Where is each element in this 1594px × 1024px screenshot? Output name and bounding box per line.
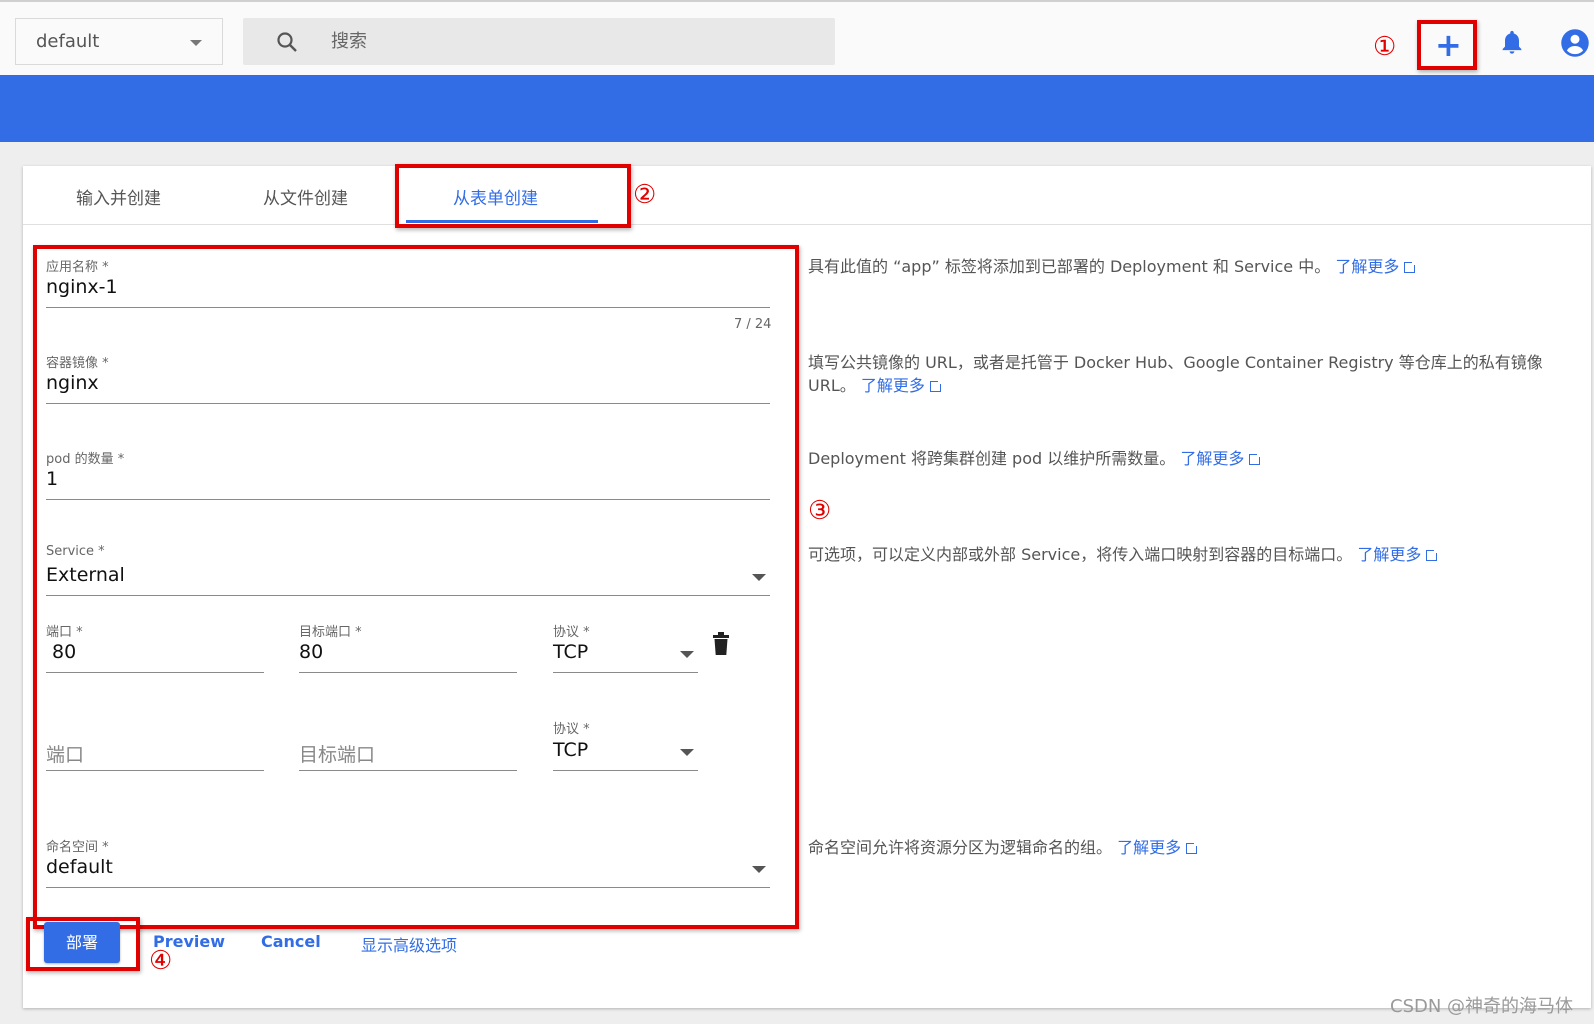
- external-link-icon: [929, 379, 943, 392]
- learn-more-link[interactable]: 了解更多: [1335, 257, 1399, 276]
- search-bar[interactable]: [243, 18, 835, 65]
- namespace-selector-value: default: [36, 31, 100, 52]
- annotation-marker-2: ②: [633, 180, 657, 210]
- caret-down-icon: [190, 40, 202, 46]
- highlight-box-tab: [395, 164, 631, 228]
- help-namespace-text: 命名空间允许将资源分区为逻辑命名的组。: [808, 838, 1113, 857]
- watermark: CSDN @神奇的海马体: [1390, 996, 1574, 1017]
- help-pods: Deployment 将跨集群创建 pod 以维护所需数量。 了解更多: [808, 447, 1568, 470]
- help-app-name: 具有此值的 “app” 标签将添加到已部署的 Deployment 和 Serv…: [808, 255, 1568, 278]
- external-link-icon: [1186, 841, 1200, 854]
- top-bar: default ① +: [0, 0, 1594, 75]
- create-button[interactable]: +: [1417, 20, 1477, 70]
- learn-more-link[interactable]: 了解更多: [1180, 449, 1244, 468]
- tab-input-create[interactable]: 输入并创建: [76, 184, 161, 209]
- help-image: 填写公共镜像的 URL，或者是托管于 Docker Hub、Google Con…: [808, 351, 1568, 397]
- search-input[interactable]: [331, 26, 811, 56]
- help-image-text-1: 填写公共镜像的 URL，或者是托管于 Docker Hub、Google Con…: [808, 353, 1543, 372]
- annotation-marker-3: ③: [808, 496, 832, 526]
- highlight-box-deploy: [26, 917, 140, 971]
- account-icon[interactable]: [1560, 28, 1590, 58]
- search-icon: [277, 32, 297, 52]
- help-app-name-text: 具有此值的 “app” 标签将添加到已部署的 Deployment 和 Serv…: [808, 257, 1331, 276]
- create-resource-card: 输入并创建 从文件创建 从表单创建 ② 应用名称 * nginx-1 7 / 2…: [23, 164, 1591, 1008]
- cancel-button[interactable]: Cancel: [261, 932, 321, 951]
- preview-button[interactable]: Preview: [153, 932, 225, 951]
- learn-more-link[interactable]: 了解更多: [1357, 545, 1421, 564]
- external-link-icon: [1426, 548, 1440, 561]
- show-advanced-options-link[interactable]: 显示高级选项: [361, 932, 457, 956]
- namespace-selector[interactable]: default: [15, 18, 223, 65]
- learn-more-link[interactable]: 了解更多: [861, 376, 925, 395]
- help-pods-text: Deployment 将跨集群创建 pod 以维护所需数量。: [808, 449, 1176, 468]
- annotation-marker-1: ①: [1373, 32, 1397, 62]
- help-service: 可选项，可以定义内部或外部 Service，将传入端口映射到容器的目标端口。 了…: [808, 543, 1568, 566]
- plus-icon: +: [1435, 26, 1462, 64]
- help-image-text-2: URL。: [808, 376, 856, 395]
- notification-bell-icon[interactable]: [1498, 28, 1526, 56]
- external-link-icon: [1249, 452, 1263, 465]
- help-namespace: 命名空间允许将资源分区为逻辑命名的组。 了解更多: [808, 836, 1568, 859]
- tab-bar: 输入并创建 从文件创建 从表单创建: [23, 164, 1591, 228]
- learn-more-link[interactable]: 了解更多: [1117, 838, 1181, 857]
- header-band: [0, 75, 1594, 142]
- help-service-text: 可选项，可以定义内部或外部 Service，将传入端口映射到容器的目标端口。: [808, 545, 1353, 564]
- external-link-icon: [1404, 260, 1418, 273]
- tab-file-create[interactable]: 从文件创建: [263, 184, 348, 209]
- highlight-box-form: [33, 245, 799, 929]
